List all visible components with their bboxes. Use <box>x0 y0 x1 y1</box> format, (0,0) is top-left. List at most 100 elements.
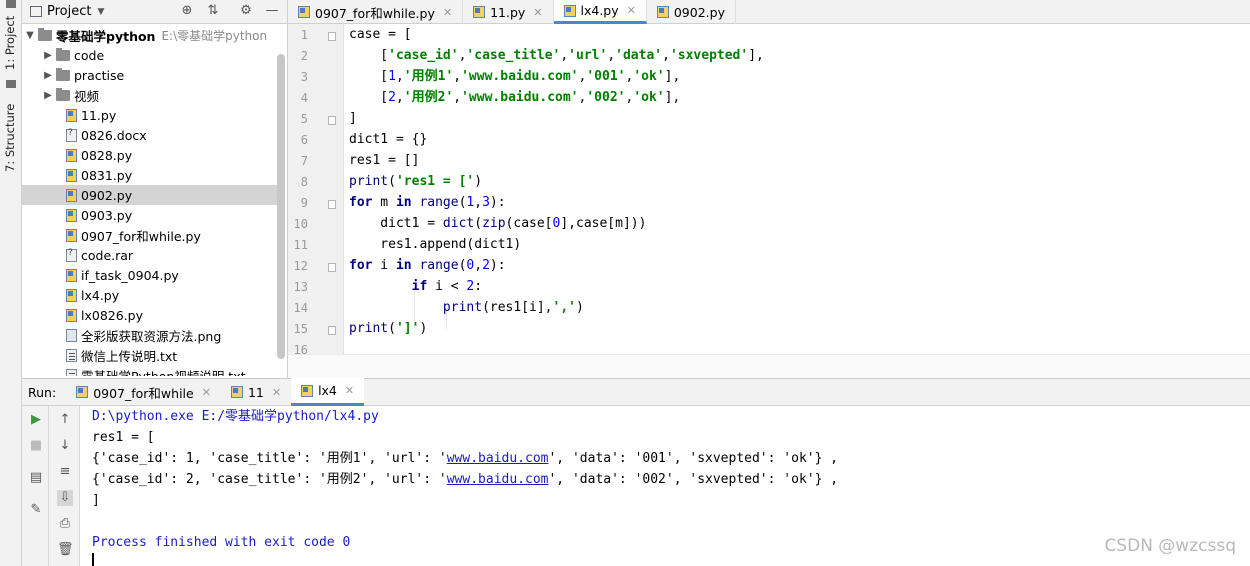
tree-item-label: 视频 <box>74 88 100 104</box>
tree-file-selected[interactable]: 0902.py <box>22 185 278 205</box>
run-tab[interactable]: 11 ✕ <box>221 378 291 406</box>
close-icon[interactable]: ✕ <box>533 6 542 19</box>
fold-marker-icon[interactable] <box>328 32 336 41</box>
fold-marker-icon[interactable] <box>328 200 336 209</box>
code-line[interactable]: for m in range(1,3): <box>349 192 506 213</box>
layout-icon[interactable]: ▤ <box>28 470 44 486</box>
tree-file[interactable]: 11.py <box>22 105 278 125</box>
tree-file[interactable]: 微信上传说明.txt <box>22 345 278 365</box>
tree-folder-practise[interactable]: ▶ practise <box>22 65 278 85</box>
trash-icon[interactable]: 🗑 <box>57 542 74 558</box>
code-line[interactable]: print(res1[i],',') <box>349 297 584 318</box>
close-icon[interactable]: ✕ <box>627 4 636 17</box>
collapse-all-icon[interactable]: ⇅ <box>205 3 221 19</box>
python-file-icon <box>66 268 77 282</box>
run-tab[interactable]: 0907_for和while ✕ <box>66 378 221 406</box>
code-line[interactable]: print('res1 = [') <box>349 171 482 192</box>
project-view-selector[interactable]: Project <box>47 4 91 19</box>
tree-file[interactable]: 0903.py <box>22 205 278 225</box>
line-number: 3 <box>300 70 308 84</box>
code-line[interactable]: for i in range(0,2): <box>349 255 506 276</box>
tree-file[interactable]: 零基础学Python视频说明.txt <box>22 365 278 376</box>
code-line[interactable]: [2,'用例2','www.baidu.com','002','ok'], <box>349 87 680 108</box>
python-file-icon <box>66 188 77 202</box>
python-file-icon <box>66 208 77 222</box>
stop-icon[interactable]: ■ <box>28 438 44 454</box>
python-file-icon <box>563 4 576 17</box>
folder-icon <box>56 87 70 101</box>
rerun-icon[interactable]: ▶ <box>28 412 44 428</box>
code-line[interactable]: ['case_id','case_title','url','data','sx… <box>349 45 764 66</box>
code-editor[interactable]: case = [ ['case_id','case_title','url','… <box>345 24 1250 354</box>
run-toolbar-primary: ▶ ■ ▤ ✎ <box>22 406 49 566</box>
run-tab-label: 11 <box>247 384 264 400</box>
console-command: D:\python.exe E:/零基础学python/lx4.py <box>92 409 379 424</box>
tree-file[interactable]: lx4.py <box>22 285 278 305</box>
run-tab-active[interactable]: lx4 ✕ <box>291 378 365 406</box>
chevron-down-icon[interactable]: ▼ <box>97 7 104 17</box>
close-icon[interactable]: ✕ <box>345 384 354 397</box>
tree-folder-code[interactable]: ▶ code <box>22 45 278 65</box>
line-number: 8 <box>300 175 308 189</box>
locate-target-icon[interactable]: ⊕ <box>179 3 195 19</box>
python-file-icon <box>66 288 77 302</box>
console-link[interactable]: www.baidu.com <box>447 472 549 487</box>
code-line[interactable]: res1 = [] <box>349 150 419 171</box>
tree-file[interactable]: if_task_0904.py <box>22 265 278 285</box>
collapsed-arrow-icon[interactable]: ▶ <box>42 70 54 81</box>
close-icon[interactable]: ✕ <box>443 6 452 19</box>
python-file-icon <box>66 228 77 242</box>
editor-tab[interactable]: 0907_for和while.py ✕ <box>288 0 464 24</box>
tree-file[interactable]: code.rar <box>22 245 278 265</box>
pin-icon[interactable]: ✎ <box>28 502 44 518</box>
tree-item-label: if_task_0904.py <box>81 267 179 283</box>
close-icon[interactable]: ✕ <box>272 386 281 399</box>
arrow-down-icon[interactable]: ↓ <box>57 438 73 454</box>
collapsed-arrow-icon[interactable]: ▶ <box>42 50 54 61</box>
print-icon[interactable]: ⎙ <box>57 516 73 532</box>
code-line[interactable]: res1.append(dict1) <box>349 234 521 255</box>
line-number: 7 <box>300 154 308 168</box>
soft-wrap-icon[interactable]: ≡ <box>57 464 73 480</box>
tree-file[interactable]: 全彩版获取资源方法.png <box>22 325 278 345</box>
code-line[interactable]: [1,'用例1','www.baidu.com','001','ok'], <box>349 66 680 87</box>
gear-icon[interactable]: ⚙ <box>238 3 254 19</box>
run-console[interactable]: D:\python.exe E:/零基础学python/lx4.py res1 … <box>81 406 1250 566</box>
editor-tab[interactable]: 11.py ✕ <box>463 0 554 24</box>
tree-file[interactable]: lx0826.py <box>22 305 278 325</box>
fold-marker-icon[interactable] <box>328 116 336 125</box>
code-line[interactable]: dict1 = {} <box>349 129 427 150</box>
structure-tool-tab[interactable]: 7: Structure <box>3 92 17 172</box>
tree-file[interactable]: 0907_for和while.py <box>22 225 278 245</box>
code-line[interactable]: case = [ <box>349 24 412 45</box>
editor-tab-active[interactable]: lx4.py ✕ <box>553 0 647 24</box>
code-line[interactable]: dict1 = dict(zip(case[0],case[m])) <box>349 213 646 234</box>
code-line[interactable]: print(']') <box>349 318 427 339</box>
python-file-icon <box>66 108 77 122</box>
code-line[interactable]: if i < 2: <box>349 276 482 297</box>
close-icon[interactable]: ✕ <box>202 386 211 399</box>
scroll-to-end-icon[interactable]: ⇩ <box>57 490 73 506</box>
expanded-arrow-icon[interactable]: ▼ <box>24 30 36 41</box>
tree-file[interactable]: 0826.docx <box>22 125 278 145</box>
tree-root[interactable]: ▼ 零基础学python E:\零基础学python <box>22 25 278 45</box>
fold-marker-icon[interactable] <box>328 326 336 335</box>
run-toolbar-secondary: ↑ ↓ ≡ ⇩ ⎙ 🗑 <box>49 406 80 566</box>
line-number: 15 <box>293 322 308 336</box>
minimize-icon[interactable]: — <box>264 3 280 19</box>
console-link[interactable]: www.baidu.com <box>447 451 549 466</box>
collapsed-arrow-icon[interactable]: ▶ <box>42 90 54 101</box>
fold-marker-icon[interactable] <box>328 263 336 272</box>
structure-icon <box>6 80 16 88</box>
tree-item-label: lx0826.py <box>81 307 143 323</box>
tree-folder-video[interactable]: ▶ 视频 <box>22 85 278 105</box>
arrow-up-icon[interactable]: ↑ <box>57 412 73 428</box>
tree-file[interactable]: 0828.py <box>22 145 278 165</box>
project-tool-tab[interactable]: 1: Project <box>3 6 17 70</box>
project-tree: ▼ 零基础学python E:\零基础学python ▶ code ▶ prac… <box>22 24 287 376</box>
code-line[interactable]: ] <box>349 108 357 129</box>
project-scrollbar[interactable] <box>277 54 285 359</box>
python-file-icon <box>473 6 486 18</box>
tree-file[interactable]: 0831.py <box>22 165 278 185</box>
editor-tab[interactable]: 0902.py <box>647 0 736 24</box>
